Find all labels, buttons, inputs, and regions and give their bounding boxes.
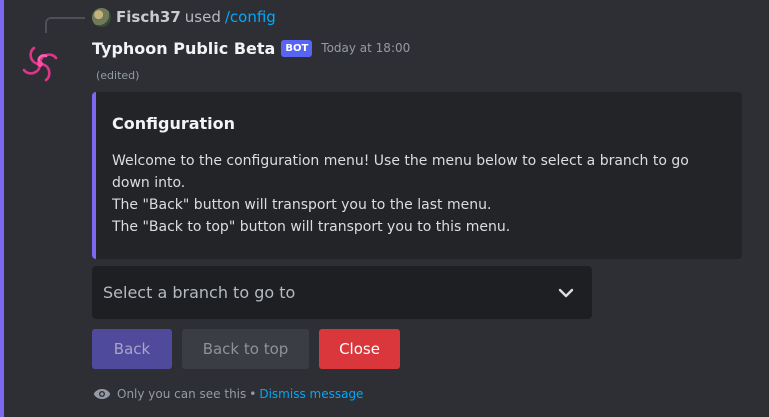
reply-used-text: used xyxy=(184,8,221,26)
bot-avatar[interactable] xyxy=(16,40,64,88)
edited-label[interactable]: (edited) xyxy=(96,69,139,82)
reply-command[interactable]: /config xyxy=(225,8,276,26)
config-embed: Configuration Welcome to the configurati… xyxy=(92,92,742,259)
action-row: Back Back to top Close xyxy=(92,329,410,369)
message-header: Typhoon Public Beta BOT Today at 18:00 xyxy=(92,36,410,60)
select-placeholder: Select a branch to go to xyxy=(103,283,296,302)
ephemeral-notice: Only you can see this • Dismiss message xyxy=(93,385,363,403)
reply-spine xyxy=(45,17,85,33)
bot-badge: BOT xyxy=(281,39,313,57)
embed-description-line: The "Back to top" button will transport … xyxy=(112,219,511,235)
branch-select-menu[interactable]: Select a branch to go to xyxy=(92,266,592,319)
embed-description-line: Welcome to the configuration menu! Use t… xyxy=(112,153,689,169)
message-timestamp[interactable]: Today at 18:00 xyxy=(321,41,410,55)
command-reply-context[interactable]: Fisch37 used /config xyxy=(92,7,276,27)
separator-dot: • xyxy=(249,387,257,401)
embed-description-line: down into. xyxy=(112,175,186,191)
chevron-down-icon xyxy=(556,283,576,303)
reply-user-avatar[interactable] xyxy=(92,7,111,27)
embed-title: Configuration xyxy=(112,114,236,133)
reply-username[interactable]: Fisch37 xyxy=(116,8,181,26)
dismiss-message-link[interactable]: Dismiss message xyxy=(259,387,363,401)
bot-username[interactable]: Typhoon Public Beta xyxy=(92,39,275,58)
ephemeral-highlight-bar xyxy=(0,0,4,417)
back-button[interactable]: Back xyxy=(92,329,172,369)
close-button[interactable]: Close xyxy=(319,329,400,369)
eye-icon xyxy=(93,388,111,400)
ephemeral-notice-text: Only you can see this xyxy=(117,387,247,401)
typhoon-logo-icon xyxy=(16,40,64,88)
embed-description: Welcome to the configuration menu! Use t… xyxy=(112,150,732,238)
bot-message: Fisch37 used /config Typhoon Public Beta… xyxy=(0,0,769,417)
embed-description-line: The "Back" button will transport you to … xyxy=(112,197,492,213)
back-to-top-button[interactable]: Back to top xyxy=(182,329,309,369)
